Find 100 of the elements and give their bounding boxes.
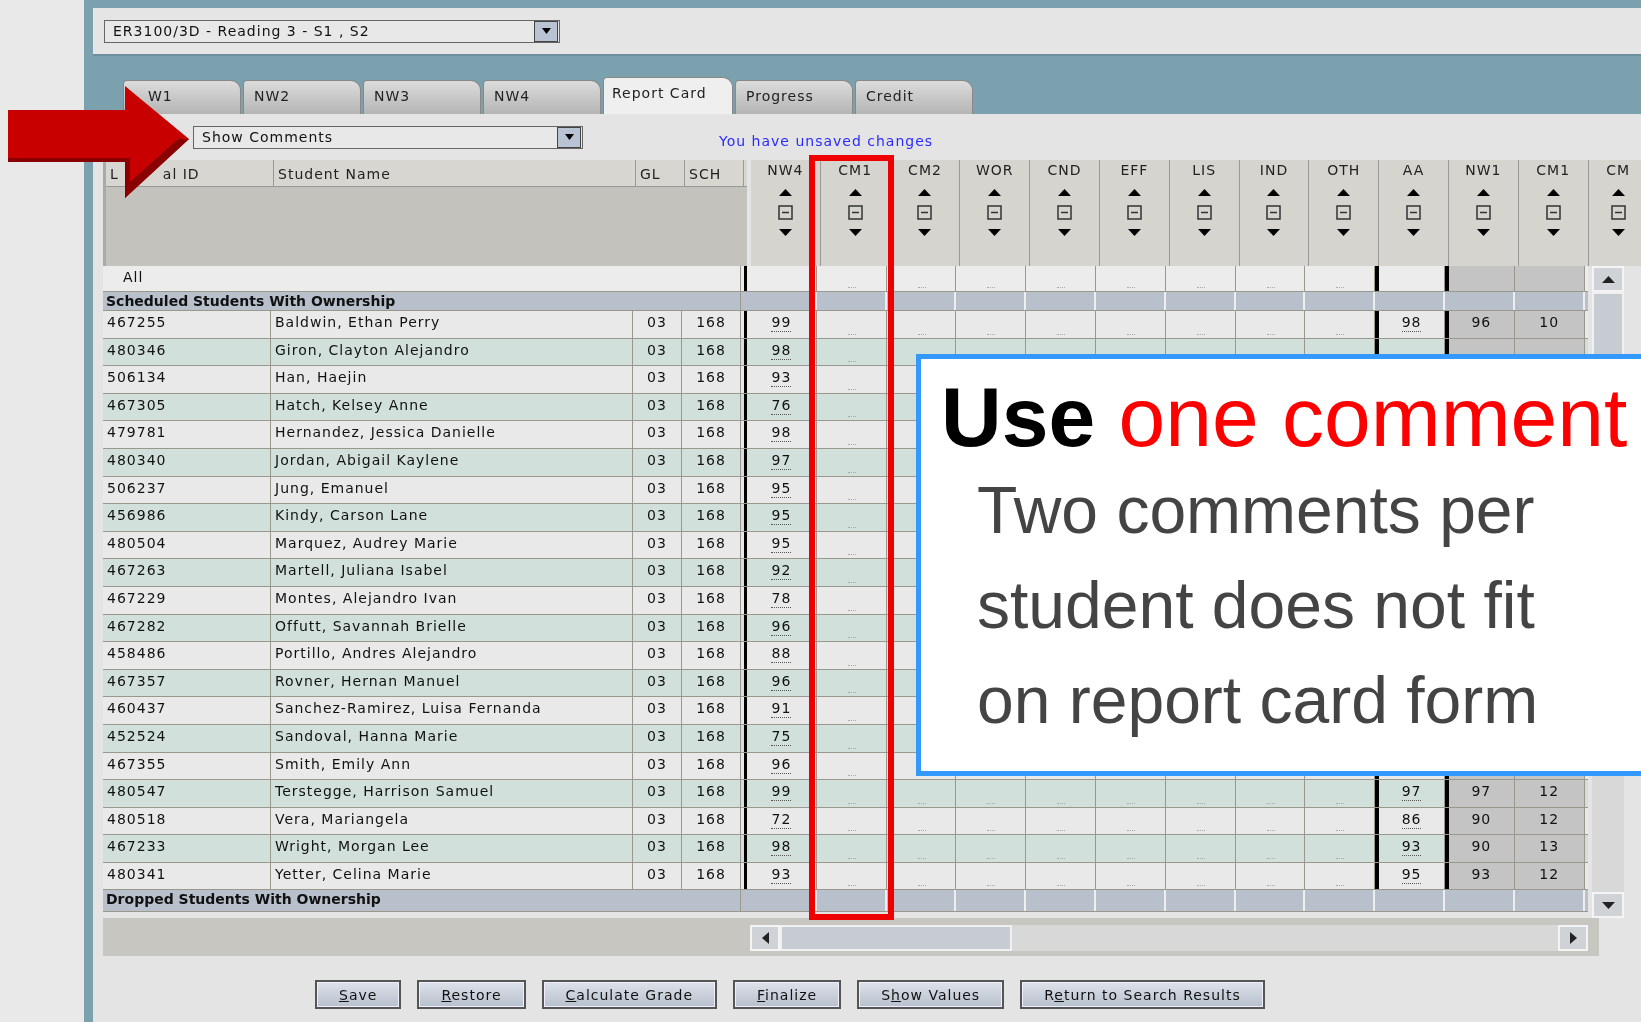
tab[interactable]: Credit: [855, 80, 973, 114]
action-button[interactable]: Show Values: [857, 980, 1005, 1009]
grade-value[interactable]: 13: [1539, 835, 1560, 856]
sort-down-icon[interactable]: [778, 229, 792, 236]
grade-value[interactable]: 96: [771, 614, 792, 636]
scroll-down-button[interactable]: [1592, 892, 1624, 918]
grade-value[interactable]: 97: [1401, 780, 1422, 802]
column-header[interactable]: CM1: [1518, 160, 1589, 266]
table-cell[interactable]: 88: [747, 642, 817, 669]
collapse-icon[interactable]: [1406, 205, 1422, 220]
table-cell[interactable]: 98: [747, 835, 817, 862]
sort-up-icon[interactable]: [988, 189, 1002, 196]
column-header[interactable]: NW1: [1448, 160, 1519, 266]
table-cell[interactable]: 93: [747, 862, 817, 890]
action-button[interactable]: Finalize: [733, 980, 842, 1009]
horizontal-scrollbar[interactable]: [750, 925, 1588, 951]
tab[interactable]: NW3: [363, 80, 481, 114]
column-header[interactable]: SCH: [689, 166, 722, 186]
collapse-icon[interactable]: [987, 205, 1003, 220]
column-header[interactable]: IND: [1239, 160, 1310, 266]
table-cell[interactable]: 95: [747, 531, 817, 559]
collapse-icon[interactable]: [777, 205, 793, 220]
scroll-up-button[interactable]: [1592, 266, 1624, 292]
table-cell[interactable]: 72: [747, 807, 817, 835]
sort-down-icon[interactable]: [1267, 229, 1281, 236]
grade-value[interactable]: 76: [771, 393, 792, 415]
grade-value[interactable]: 86: [1401, 807, 1422, 829]
grade-value[interactable]: 12: [1539, 807, 1560, 828]
grade-value[interactable]: 75: [771, 724, 792, 746]
collapse-icon[interactable]: [1545, 205, 1561, 220]
table-cell[interactable]: [1514, 266, 1585, 291]
grade-value[interactable]: 12: [1539, 862, 1560, 883]
grade-value[interactable]: 93: [771, 862, 792, 884]
table-cell[interactable]: 96: [1444, 311, 1515, 338]
grade-value[interactable]: 95: [771, 476, 792, 498]
grade-value[interactable]: 98: [771, 835, 792, 857]
sort-up-icon[interactable]: [1546, 189, 1560, 196]
grade-value[interactable]: 97: [1471, 780, 1492, 801]
grade-value[interactable]: 95: [1401, 862, 1422, 884]
column-header[interactable]: AA: [1379, 160, 1449, 266]
column-header[interactable]: al ID: [162, 166, 200, 186]
grade-value[interactable]: 95: [771, 504, 792, 526]
table-cell[interactable]: 99: [747, 311, 817, 338]
collapse-icon[interactable]: [1610, 205, 1626, 220]
grade-value[interactable]: 96: [771, 669, 792, 691]
collapse-icon[interactable]: [1057, 205, 1073, 220]
column-header[interactable]: OTH: [1309, 160, 1380, 266]
action-button[interactable]: S ave: [315, 980, 402, 1009]
sort-up-icon[interactable]: [848, 189, 862, 196]
table-cell[interactable]: 90: [1444, 807, 1515, 835]
table-cell[interactable]: 93: [1444, 862, 1515, 890]
sort-up-icon[interactable]: [1197, 189, 1211, 196]
grade-value[interactable]: 96: [1471, 311, 1492, 331]
collapse-icon[interactable]: [847, 205, 863, 220]
table-cell[interactable]: 95: [747, 504, 817, 531]
sort-up-icon[interactable]: [1127, 189, 1141, 196]
sort-down-icon[interactable]: [1337, 229, 1351, 236]
grade-value[interactable]: 90: [1471, 835, 1492, 856]
sort-down-icon[interactable]: [1546, 229, 1560, 236]
table-cell[interactable]: 91: [747, 697, 817, 724]
grade-value[interactable]: 90: [1471, 807, 1492, 828]
grade-value[interactable]: 98: [771, 338, 792, 360]
sort-down-icon[interactable]: [1407, 229, 1421, 236]
action-button[interactable]: Restore: [417, 980, 526, 1009]
table-cell[interactable]: 13: [1514, 835, 1585, 862]
table-cell[interactable]: 78: [747, 586, 817, 614]
sort-up-icon[interactable]: [778, 189, 792, 196]
table-cell[interactable]: 12: [1514, 780, 1585, 807]
sort-up-icon[interactable]: [1407, 189, 1421, 196]
column-header[interactable]: CM1: [820, 160, 891, 266]
scrollbar-thumb[interactable]: [780, 925, 1012, 951]
grade-value[interactable]: 92: [771, 559, 792, 581]
table-cell[interactable]: 93: [747, 366, 817, 393]
grade-value[interactable]: 97: [771, 448, 792, 470]
grade-value[interactable]: 98: [1401, 311, 1422, 332]
column-header[interactable]: GL: [640, 166, 661, 186]
sort-up-icon[interactable]: [1058, 189, 1072, 196]
sort-up-icon[interactable]: [1611, 189, 1625, 196]
table-cell[interactable]: 95: [747, 476, 817, 504]
action-button[interactable]: Calculate Grade: [541, 980, 718, 1009]
table-cell[interactable]: 75: [747, 724, 817, 752]
sort-down-icon[interactable]: [1197, 229, 1211, 236]
sort-up-icon[interactable]: [1476, 189, 1490, 196]
column-header[interactable]: CM: [1588, 160, 1641, 266]
grade-value[interactable]: 93: [1401, 835, 1422, 857]
sort-down-icon[interactable]: [918, 229, 932, 236]
table-cell[interactable]: 76: [747, 393, 817, 421]
grade-value[interactable]: 78: [771, 586, 792, 608]
section-title[interactable]: Scheduled Students With Ownership: [106, 293, 396, 309]
column-header[interactable]: LIS: [1169, 160, 1240, 266]
grade-value[interactable]: 93: [1471, 862, 1492, 883]
sort-down-icon[interactable]: [988, 229, 1002, 236]
all-row-label[interactable]: All: [123, 269, 144, 285]
grade-value[interactable]: 95: [771, 531, 792, 553]
grade-value[interactable]: 72: [771, 807, 792, 829]
scroll-left-button[interactable]: [750, 925, 780, 951]
course-dropdown[interactable]: ER3100/3D - Reading 3 - S1 , S2: [104, 19, 560, 43]
grade-value[interactable]: 98: [771, 421, 792, 443]
grade-value[interactable]: 96: [771, 752, 792, 774]
tab[interactable]: NW4: [483, 80, 601, 114]
